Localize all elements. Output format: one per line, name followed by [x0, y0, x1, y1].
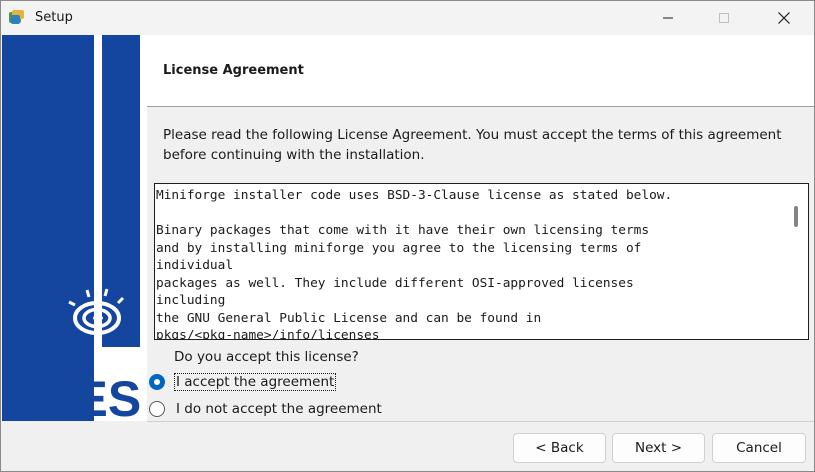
maximize-button: [701, 1, 747, 35]
accept-radio-option[interactable]: I accept the agreement: [149, 373, 337, 391]
back-button[interactable]: < Back: [513, 433, 606, 463]
app-icon: [8, 9, 25, 26]
accept-radio-button[interactable]: [149, 374, 165, 390]
page-title: License Agreement: [163, 63, 304, 78]
instructions-text: Please read the following License Agreem…: [163, 127, 782, 163]
window-title: Setup: [35, 10, 73, 25]
license-scrollbar[interactable]: [786, 184, 808, 339]
installer-banner: INTES: [2, 35, 147, 421]
scrollbar-thumb[interactable]: [794, 206, 798, 227]
license-text-area[interactable]: Miniforge installer code uses BSD-3-Clau…: [154, 183, 809, 340]
accept-radio-label[interactable]: I accept the agreement: [173, 373, 337, 391]
page-header: License Agreement: [147, 35, 814, 107]
license-text: Miniforge installer code uses BSD-3-Clau…: [156, 188, 673, 340]
footer-divider: [147, 421, 814, 422]
minimize-button[interactable]: [645, 1, 691, 35]
title-bar[interactable]: Setup: [1, 1, 814, 35]
accept-question: Do you accept this license?: [174, 349, 359, 365]
intes-logo-text: INTES: [2, 371, 141, 421]
cancel-button[interactable]: Cancel: [712, 433, 806, 463]
next-button[interactable]: Next >: [612, 433, 705, 463]
close-icon: [778, 12, 790, 24]
decline-radio-label[interactable]: I do not accept the agreement: [175, 401, 383, 417]
decline-radio-button[interactable]: [149, 401, 165, 417]
minimize-icon: [663, 17, 673, 19]
decline-radio-option[interactable]: I do not accept the agreement: [149, 401, 383, 417]
maximize-icon: [719, 13, 729, 23]
setup-window: Setup INTES License Agreement Please rea…: [0, 0, 815, 472]
close-button[interactable]: [761, 1, 807, 35]
